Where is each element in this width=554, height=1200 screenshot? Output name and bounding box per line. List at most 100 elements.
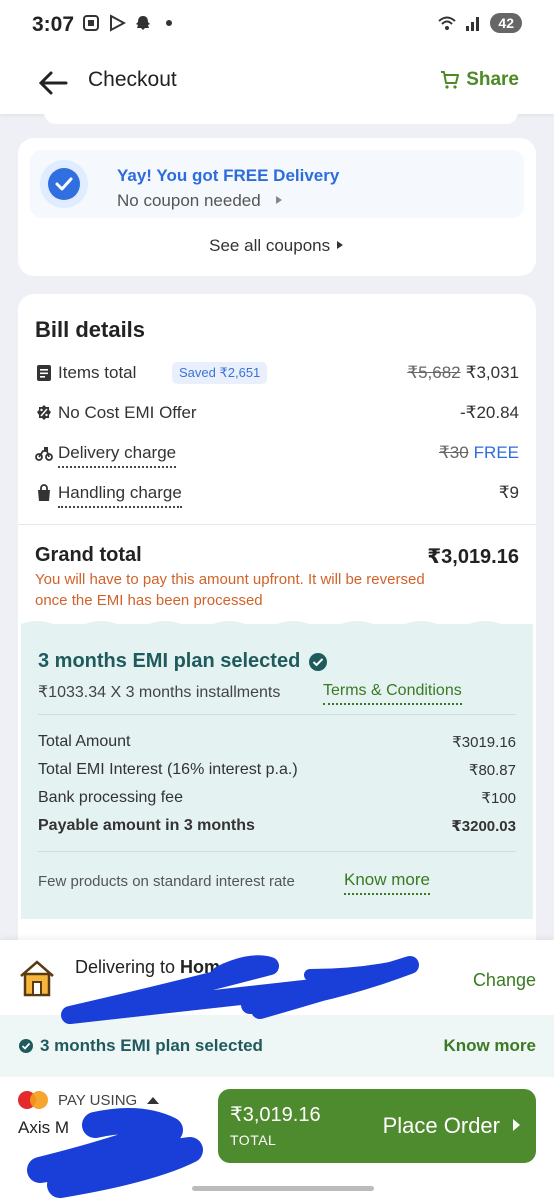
play-store-icon <box>110 14 126 32</box>
emi-row-label: Total Amount <box>38 733 131 750</box>
items-total-price: ₹3,031 <box>465 363 519 382</box>
status-time: 3:07 <box>32 13 75 36</box>
coupon-subtitle-text: No coupon needed <box>117 191 261 210</box>
chevron-right-icon <box>276 196 283 204</box>
status-icons-left <box>82 14 178 32</box>
divider <box>18 524 536 525</box>
snapchat-icon <box>136 16 150 30</box>
emi-row-value: ₹100 <box>481 790 516 807</box>
emi-row-label: Bank processing fee <box>38 789 183 806</box>
place-order-button[interactable]: ₹3,019.16 TOTAL Place Order <box>218 1089 536 1163</box>
saved-badge: Saved ₹2,651 <box>172 362 268 384</box>
emi-row-label: Total EMI Interest (16% interest p.a.) <box>38 761 298 778</box>
status-bar: 3:07 42 <box>0 0 554 52</box>
bill-title: Bill details <box>35 317 146 342</box>
share-button[interactable]: Share <box>440 69 519 91</box>
items-total-value: ₹5,682 ₹3,031 <box>407 363 519 383</box>
delivery-charge-row: Delivery charge ₹30 FREE <box>35 442 519 468</box>
grand-total-note: You will have to pay this amount upfront… <box>35 571 425 609</box>
emi-row-payable: Payable amount in 3 months ₹3200.03 <box>38 817 516 835</box>
pay-using-selector[interactable]: PAY USING <box>18 1090 160 1110</box>
delivering-to-text: Delivering to Home <box>75 957 230 978</box>
coupon-title: Yay! You got FREE Delivery <box>117 166 340 185</box>
handling-charge-value: ₹9 <box>498 483 519 502</box>
emi-title: 3 months EMI plan selected <box>38 650 328 673</box>
items-total-row: Items total Saved ₹2,651 ₹5,682 ₹3,031 <box>35 362 519 386</box>
emi-selected-strip: 3 months EMI plan selected Know more <box>0 1015 554 1077</box>
delivering-prefix: Delivering to <box>75 957 181 977</box>
pay-using-label: PAY USING <box>58 1091 138 1109</box>
delivery-original: ₹30 <box>438 443 469 462</box>
delivery-charge-value: ₹30 FREE <box>439 443 519 463</box>
screenshot-icon <box>83 15 99 31</box>
emi-row-interest: Total EMI Interest (16% interest p.a.) ₹… <box>38 761 516 779</box>
emi-footnote: Few products on standard interest rate <box>38 873 295 890</box>
emi-row-value: ₹3019.16 <box>452 734 516 751</box>
emi-strip-label: 3 months EMI plan selected <box>40 1036 263 1055</box>
see-all-coupons-label: See all coupons <box>209 236 331 255</box>
change-address-button[interactable]: Change <box>473 970 536 991</box>
items-total-label: Items total <box>58 363 137 382</box>
place-order-label: Place Order <box>382 1113 500 1138</box>
emi-divider <box>38 714 516 715</box>
emi-row-value: ₹3200.03 <box>451 818 516 835</box>
wifi-icon <box>438 16 457 30</box>
delivery-address-row: Delivering to Home Change <box>0 940 554 1018</box>
scooter-icon <box>35 447 53 461</box>
free-delivery-banner[interactable]: Yay! You got FREE Delivery No coupon nee… <box>30 150 524 218</box>
emi-offer-label: No Cost EMI Offer <box>58 403 197 422</box>
mastercard-icon <box>18 1090 48 1110</box>
bill-details-card: Bill details Items total Saved ₹2,651 ₹5… <box>18 294 536 954</box>
chevron-right-icon <box>336 241 343 249</box>
discount-icon <box>37 405 51 420</box>
coupon-card: Yay! You got FREE Delivery No coupon nee… <box>18 138 536 276</box>
order-total-price: ₹3,019.16 <box>230 1104 321 1126</box>
emi-plan-box: 3 months EMI plan selected ₹1033.34 X 3 … <box>21 621 533 919</box>
delivery-charge-label[interactable]: Delivery charge <box>58 443 177 468</box>
emi-know-more-button[interactable]: Know more <box>443 1036 536 1056</box>
cart-icon <box>441 71 460 89</box>
emi-row-value: ₹80.87 <box>468 762 516 779</box>
grand-total-label: Grand total <box>35 544 142 566</box>
battery-indicator: 42 <box>490 13 522 33</box>
handling-charge-row: Handling charge ₹9 <box>35 482 519 508</box>
emi-row-total-amount: Total Amount ₹3019.16 <box>38 733 516 751</box>
back-arrow-icon[interactable] <box>36 66 70 100</box>
signal-icon <box>466 17 480 31</box>
emi-row-processing-fee: Bank processing fee ₹100 <box>38 789 516 807</box>
see-all-coupons-link[interactable]: See all coupons <box>18 236 536 256</box>
emi-offer-row: No Cost EMI Offer -₹20.84 <box>35 402 519 426</box>
order-total-label: TOTAL <box>230 1132 277 1148</box>
home-indicator[interactable] <box>192 1186 374 1191</box>
emi-strip-text: 3 months EMI plan selected <box>18 1036 263 1056</box>
check-circle-icon <box>40 160 88 208</box>
status-right: 42 <box>438 13 522 33</box>
grand-total-value: ₹3,019.16 <box>427 546 519 568</box>
wavy-edge <box>21 621 533 630</box>
emi-divider <box>38 851 516 852</box>
verified-icon <box>309 652 328 671</box>
delivering-place: Home <box>180 957 231 977</box>
home-icon <box>20 960 54 997</box>
share-label: Share <box>466 69 519 90</box>
know-more-link[interactable]: Know more <box>344 870 430 895</box>
bank-name: Axis M <box>18 1118 69 1137</box>
bag-icon <box>38 484 50 501</box>
handling-charge-label[interactable]: Handling charge <box>58 483 182 508</box>
page-title: Checkout <box>88 68 177 91</box>
app-header: Checkout Share <box>0 52 554 114</box>
dot-icon <box>166 20 172 26</box>
receipt-icon <box>37 365 51 381</box>
items-total-original: ₹5,682 <box>407 363 461 382</box>
previous-card-edge <box>44 112 518 124</box>
delivery-free: FREE <box>473 443 519 462</box>
emi-row-label: Payable amount in 3 months <box>38 817 255 834</box>
chevron-right-icon <box>513 1119 520 1131</box>
terms-conditions-link[interactable]: Terms & Conditions <box>323 682 462 705</box>
emi-offer-value: -₹20.84 <box>459 403 519 422</box>
caret-up-icon <box>147 1096 160 1104</box>
emi-title-text: 3 months EMI plan selected <box>38 650 301 672</box>
verified-icon <box>19 1039 33 1053</box>
bottom-checkout-panel: Delivering to Home Change 3 months EMI p… <box>0 940 554 1200</box>
coupon-subtitle: No coupon needed <box>117 191 285 211</box>
